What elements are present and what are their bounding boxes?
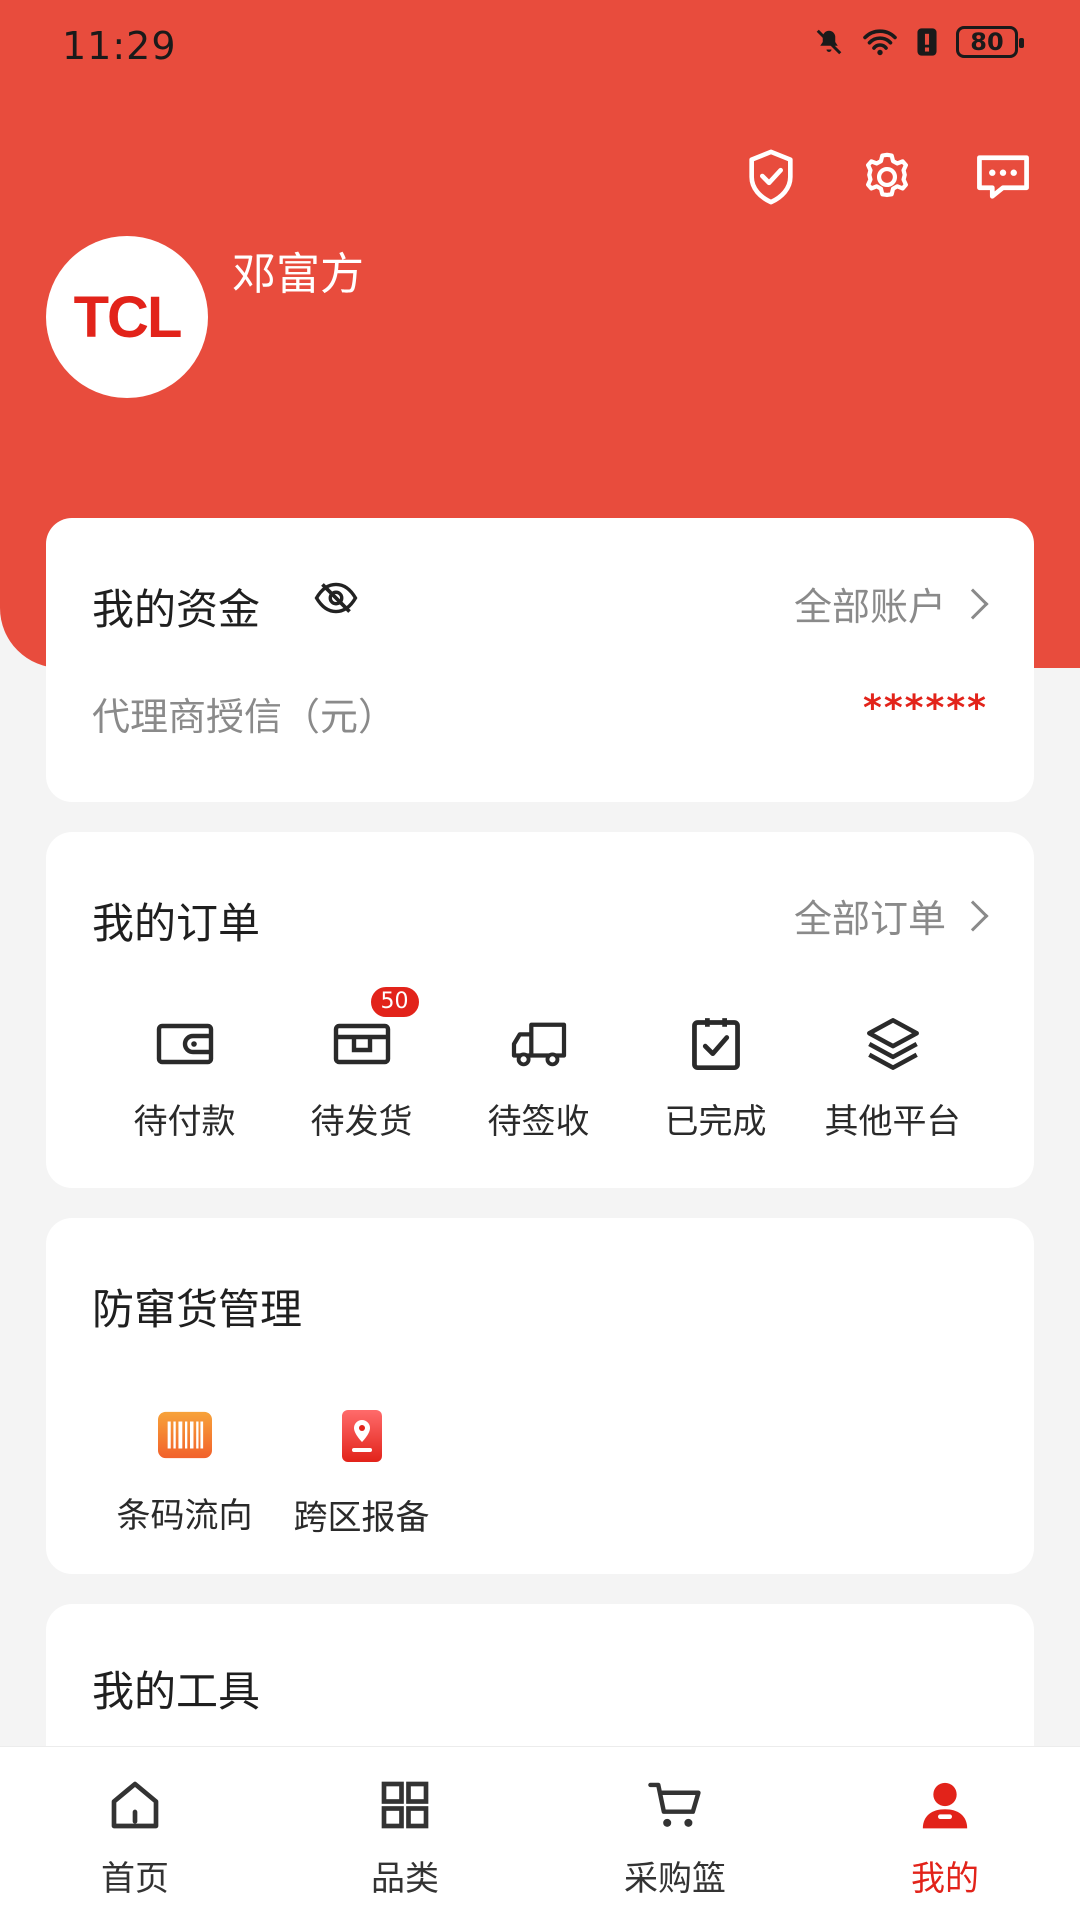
all-accounts-label: 全部账户 (793, 585, 946, 629)
all-orders-link[interactable]: 全部订单 (793, 888, 989, 943)
grid-icon (377, 1777, 433, 1837)
header-actions (740, 146, 1034, 208)
tab-label: 采购篮 (624, 1859, 726, 1899)
order-pending-shipment[interactable]: 50 待发货 (273, 984, 450, 1143)
shield-check-icon[interactable] (740, 146, 802, 208)
barcode-flow-item[interactable]: 条码流向 (96, 1408, 273, 1539)
order-status-row: 待付款 50 待发货 待签收 已完成 其他平台 (46, 984, 1034, 1143)
tab-label: 首页 (101, 1859, 169, 1899)
wifi-icon (863, 29, 897, 56)
tab-cart[interactable]: 采购篮 (540, 1747, 810, 1920)
clipboard-check-icon (684, 1012, 748, 1076)
user-icon (917, 1777, 973, 1837)
order-item-label: 其他平台 (824, 1102, 961, 1142)
box-icon: 50 (330, 984, 422, 1076)
chevron-right-icon (957, 587, 989, 620)
gear-icon[interactable] (856, 146, 918, 208)
tab-label: 品类 (371, 1859, 439, 1899)
anti-channel-row: 条码流向 跨区报备 (46, 1408, 450, 1539)
tab-home[interactable]: 首页 (0, 1747, 270, 1920)
order-item-label: 待发货 (310, 1102, 413, 1142)
anti-channel-card: 防窜货管理 条码流向 跨区报备 (46, 1218, 1034, 1574)
cross-region-report-item[interactable]: 跨区报备 (273, 1408, 450, 1539)
battery-indicator: 80 (956, 26, 1024, 58)
orders-title: 我的订单 (92, 899, 261, 948)
message-icon[interactable] (972, 146, 1034, 208)
anti-channel-title: 防窜货管理 (92, 1285, 303, 1334)
order-item-label: 待签收 (487, 1102, 590, 1142)
all-orders-label: 全部订单 (793, 897, 946, 941)
location-book-icon (338, 1408, 386, 1468)
cart-icon (646, 1777, 704, 1837)
credit-label: 代理商授信（元） (92, 695, 397, 739)
bell-off-icon (816, 29, 842, 55)
tools-title: 我的工具 (92, 1667, 261, 1716)
status-icons: 80 (814, 26, 1024, 58)
status-time: 11:29 (62, 24, 177, 68)
order-pending-payment[interactable]: 待付款 (96, 1012, 273, 1143)
eye-off-icon[interactable] (314, 580, 358, 620)
order-completed[interactable]: 已完成 (627, 1012, 804, 1143)
all-accounts-link[interactable]: 全部账户 (793, 576, 989, 631)
funds-card: 我的资金 全部账户 代理商授信（元） ****** (46, 518, 1034, 802)
tab-label: 我的 (911, 1859, 979, 1899)
sim-icon (917, 28, 937, 56)
barcode-icon (156, 1408, 214, 1466)
wallet-icon (153, 1012, 217, 1076)
order-item-label: 已完成 (664, 1102, 767, 1142)
anti-item-label: 跨区报备 (293, 1498, 430, 1538)
credit-value: ****** (863, 688, 988, 729)
tab-category[interactable]: 品类 (270, 1747, 540, 1920)
avatar-logo-text: TCL (73, 284, 183, 350)
home-icon (107, 1777, 163, 1837)
user-name: 邓富方 (232, 249, 364, 300)
funds-title: 我的资金 (92, 585, 261, 634)
orders-card: 我的订单 全部订单 待付款 50 待发货 待签收 已完成 其他平台 (46, 832, 1034, 1188)
order-pending-receipt[interactable]: 待签收 (450, 1012, 627, 1143)
bottom-tab-bar: 首页 品类 采购篮 我的 (0, 1746, 1080, 1920)
truck-icon (507, 1012, 571, 1076)
layers-icon (861, 1012, 925, 1076)
tab-mine[interactable]: 我的 (810, 1747, 1080, 1920)
order-other-platforms[interactable]: 其他平台 (804, 1012, 981, 1143)
chevron-right-icon (957, 899, 989, 932)
order-item-label: 待付款 (133, 1102, 236, 1142)
status-bar: 11:29 80 (0, 0, 1080, 90)
avatar[interactable]: TCL (46, 236, 208, 398)
anti-item-label: 条码流向 (116, 1496, 253, 1536)
pending-shipment-badge: 50 (367, 984, 422, 1020)
